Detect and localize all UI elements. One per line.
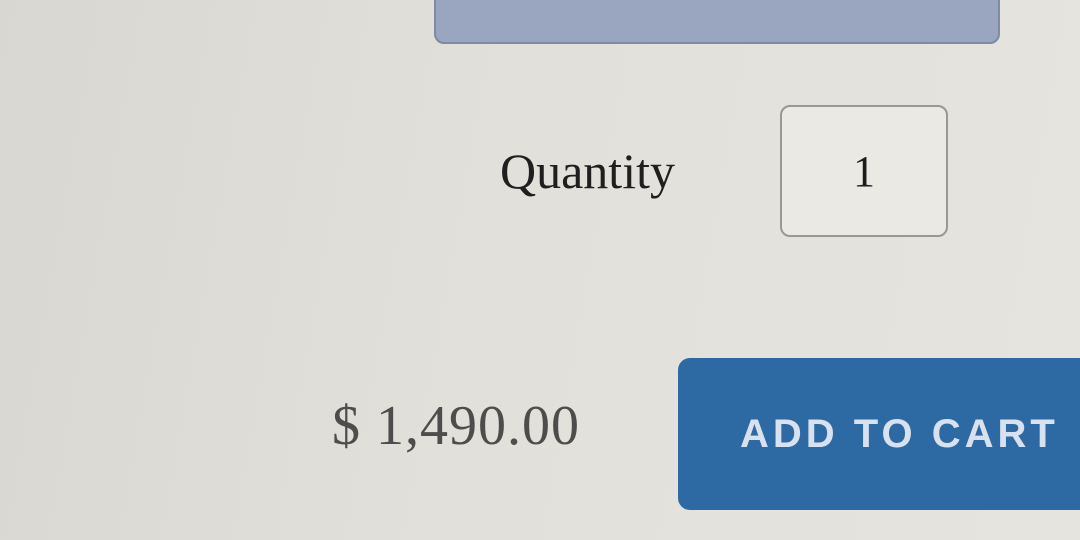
- price: $ 1,490.00: [332, 395, 580, 457]
- quantity-input[interactable]: [780, 105, 948, 237]
- add-to-cart-button[interactable]: ADD TO CART: [678, 358, 1080, 510]
- quantity-label: Quantity: [500, 143, 675, 199]
- top-bar[interactable]: [434, 0, 1000, 44]
